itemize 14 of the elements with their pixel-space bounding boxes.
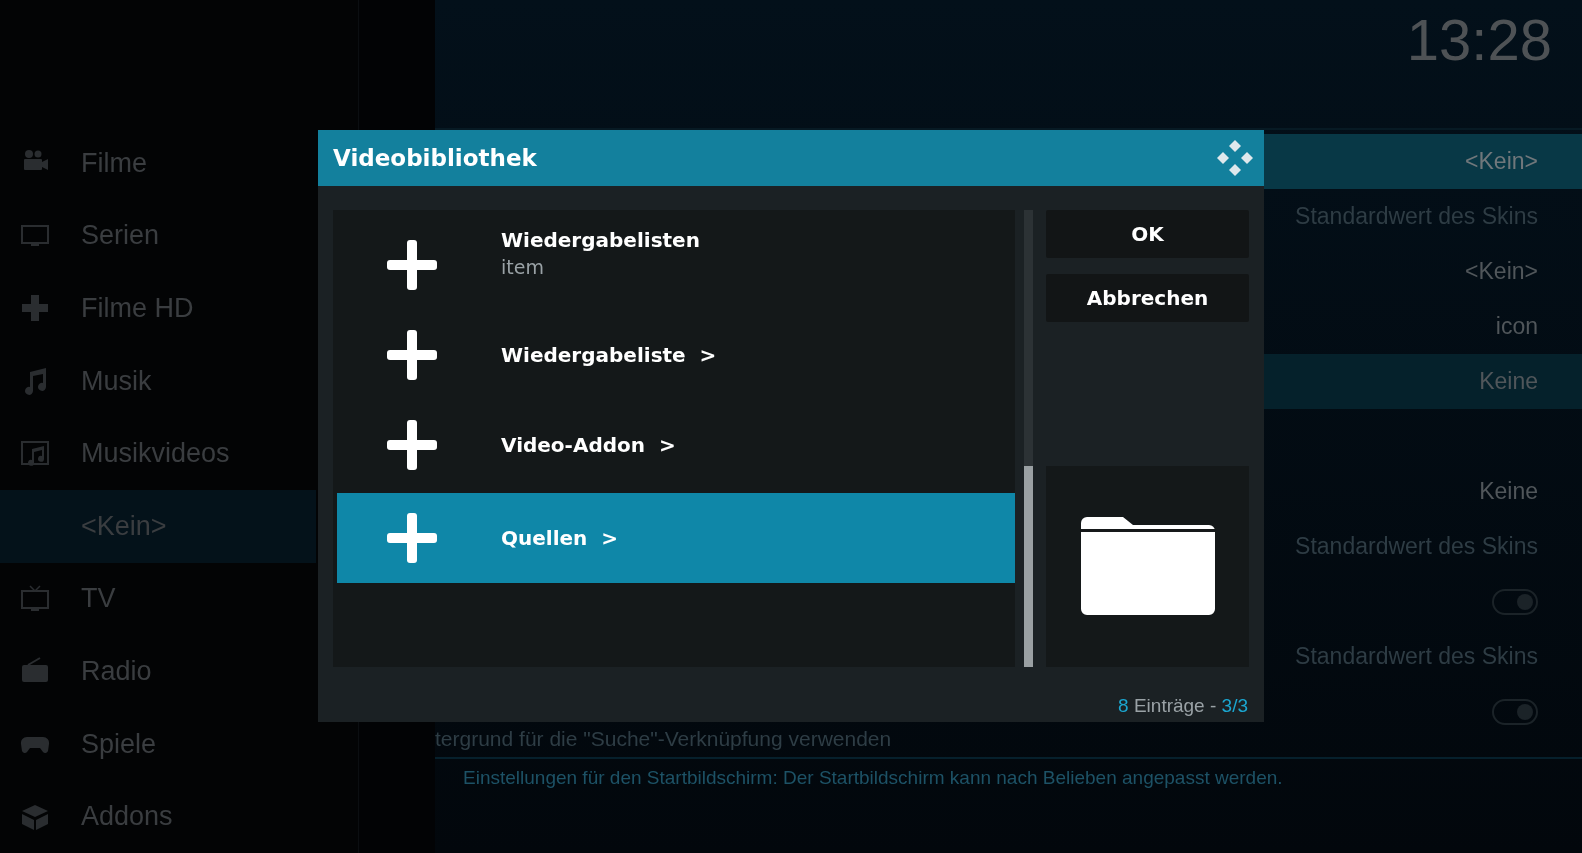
setting-label: tergrund für die "Suche"-Verknüpfung verwenden — [435, 727, 893, 752]
setting-value: <Kein> — [1465, 148, 1538, 175]
clock: 13:28 — [1406, 6, 1552, 73]
setting-value: icon — [1495, 313, 1538, 340]
item-count: 8 Einträge - 3/3 — [1118, 695, 1248, 717]
item-label: Quellen > — [501, 526, 618, 550]
dialog-title: Videobibliothek — [333, 145, 537, 171]
description-text: Einstellungen für den Startbildschirm: Der Startbildschirm kann nach Belieben angepasst werden. — [435, 757, 1582, 789]
setting-value: Keine — [1479, 478, 1538, 505]
setting-value: Keine — [1479, 368, 1538, 395]
item-sublabel: item — [501, 256, 545, 278]
item-label: Wiedergabelisten — [501, 228, 700, 252]
item-label: Video-Addon > — [501, 433, 676, 457]
item-label: Wiedergabeliste > — [501, 343, 717, 367]
